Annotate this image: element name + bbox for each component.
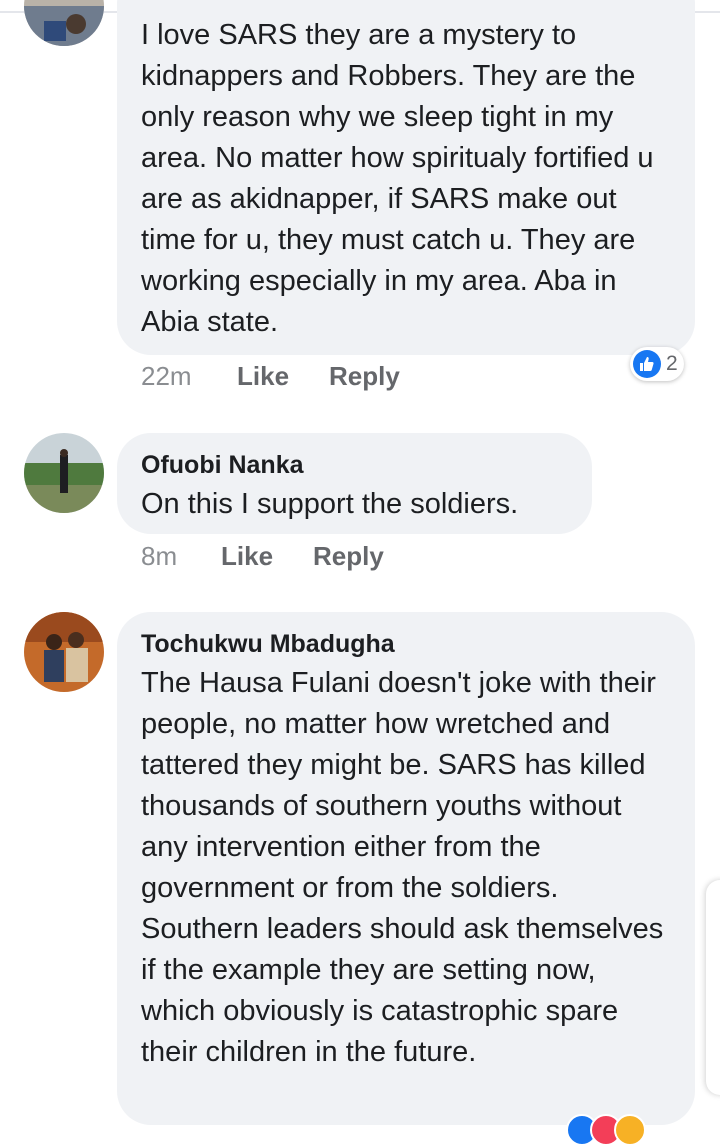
haha-reaction-icon — [614, 1114, 646, 1146]
comment-bubble: Tochukwu Mbadugha The Hausa Fulani doesn… — [117, 612, 695, 1125]
like-button[interactable]: Like — [237, 361, 289, 392]
comment-actions: 8m Like Reply — [141, 541, 441, 575]
scroll-handle[interactable] — [706, 880, 720, 1095]
avatar[interactable] — [24, 433, 104, 513]
comment-text: The Hausa Fulani doesn't joke with their… — [141, 667, 664, 1068]
comment-timestamp: 22m — [141, 361, 192, 391]
comment-bubble: Ofuobi Nanka On this I support the soldi… — [117, 433, 592, 534]
thumbs-up-icon — [633, 350, 661, 378]
avatar[interactable] — [24, 0, 104, 46]
reply-button[interactable]: Reply — [329, 361, 400, 392]
reaction-icons[interactable] — [566, 1114, 646, 1146]
comment-author[interactable]: Tochukwu Mbadugha — [141, 629, 675, 659]
comment-timestamp: 8m — [141, 541, 178, 571]
comment-actions: 22m Like Reply — [141, 361, 441, 395]
comment-bubble: I love SARS they are a mystery to kidnap… — [117, 0, 695, 355]
avatar[interactable] — [24, 612, 104, 692]
reaction-badge[interactable]: 2 — [630, 347, 684, 381]
comment-text: On this I support the soldiers. — [141, 488, 519, 520]
like-button[interactable]: Like — [221, 541, 273, 572]
comment-author[interactable]: Ofuobi Nanka — [141, 450, 572, 480]
reply-button[interactable]: Reply — [313, 541, 384, 572]
reaction-count: 2 — [666, 352, 678, 375]
comment-text: I love SARS they are a mystery to kidnap… — [141, 19, 654, 338]
